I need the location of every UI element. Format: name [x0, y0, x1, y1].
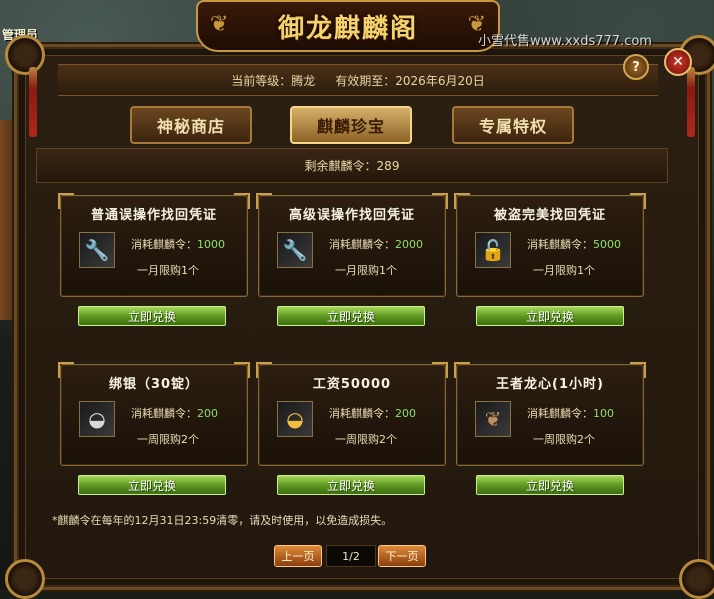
close-button[interactable]: ✕ — [664, 48, 692, 76]
item-cost: 消耗麒麟令：2000 — [329, 236, 423, 252]
item-cost: 消耗麒麟令：5000 — [527, 236, 621, 252]
cost-label: 消耗麒麟令： — [329, 238, 395, 251]
tassel-right — [687, 67, 695, 137]
corner-ornament-bottom-right — [679, 559, 714, 599]
silver-ingot-icon[interactable]: ◒ — [79, 401, 115, 437]
redeem-button[interactable]: 立即兑换 — [277, 306, 425, 326]
corner-ornament-top-left — [5, 35, 45, 75]
item-cost: 消耗麒麟令：200 — [131, 405, 218, 421]
cost-value: 1000 — [197, 238, 225, 251]
item-card: 普通误操作找回凭证 🔧 消耗麒麟令：1000 一月限购1个 — [58, 193, 250, 297]
item-cost: 消耗麒麟令：200 — [329, 405, 416, 421]
item-limit: 一周限购2个 — [335, 433, 397, 446]
watermark-text: 小雪代售www.xxds777.com — [478, 34, 652, 49]
prev-page-button[interactable]: 上一页 — [274, 545, 322, 567]
item-card: 被盗完美找回凭证 🔓 消耗麒麟令：5000 一月限购1个 — [454, 193, 646, 297]
cost-label: 消耗麒麟令： — [131, 238, 197, 251]
item-card: 高级误操作找回凭证 🔧 消耗麒麟令：2000 一月限购1个 — [256, 193, 448, 297]
item-cost: 消耗麒麟令：100 — [527, 405, 614, 421]
remaining-tokens: 剩余麒麟令：289 — [36, 148, 668, 183]
current-level: 当前等级：腾龙 — [231, 73, 316, 88]
cost-value: 2000 — [395, 238, 423, 251]
item-card: 王者龙心(1小时) ❦ 消耗麒麟令：100 一周限购2个 — [454, 362, 646, 466]
item-card: 工资50000 ◒ 消耗麒麟令：200 一周限购2个 — [256, 362, 448, 466]
redeem-button[interactable]: 立即兑换 — [277, 475, 425, 495]
cost-label: 消耗麒麟令： — [329, 407, 395, 420]
tab-qilin-treasure[interactable]: 麒麟珍宝 — [290, 106, 412, 144]
cost-value: 100 — [593, 407, 614, 420]
next-page-button[interactable]: 下一页 — [378, 545, 426, 567]
item-card: 绑银（30锭） ◒ 消耗麒麟令：200 一周限购2个 — [58, 362, 250, 466]
item-title: 普通误操作找回凭证 — [90, 208, 217, 223]
cost-value: 5000 — [593, 238, 621, 251]
expiry-date: 有效期至：2026年6月20日 — [335, 73, 485, 88]
cost-value: 200 — [197, 407, 218, 420]
reset-notice: *麒麟令在每年的12月31日23:59清零，请及时使用，以免造成损失。 — [52, 514, 393, 527]
corner-ornament-bottom-left — [5, 559, 45, 599]
item-limit: 一月限购1个 — [137, 264, 199, 277]
page-indicator: 1/2 — [326, 545, 376, 567]
item-title: 被盗完美找回凭证 — [493, 208, 606, 223]
title-banner: ❦ 御龙麒麟阁 ❦ — [196, 0, 500, 52]
item-limit: 一周限购2个 — [533, 433, 595, 446]
item-title: 王者龙心(1小时) — [496, 377, 604, 392]
item-title: 绑银（30锭） — [108, 377, 200, 392]
wrench-icon[interactable]: 🔧 — [79, 232, 115, 268]
lock-icon[interactable]: 🔓 — [475, 232, 511, 268]
item-title: 工资50000 — [312, 377, 392, 392]
cost-value: 200 — [395, 407, 416, 420]
window-title: 御龙麒麟阁 — [277, 13, 418, 44]
item-cost: 消耗麒麟令：1000 — [131, 236, 225, 252]
item-title: 高级误操作找回凭证 — [288, 208, 415, 223]
gold-ingot-icon[interactable]: ◒ — [277, 401, 313, 437]
cost-label: 消耗麒麟令： — [527, 238, 593, 251]
redeem-button[interactable]: 立即兑换 — [476, 475, 624, 495]
cost-label: 消耗麒麟令： — [131, 407, 197, 420]
item-limit: 一月限购1个 — [533, 264, 595, 277]
redeem-button[interactable]: 立即兑换 — [476, 306, 624, 326]
tab-mystery-shop[interactable]: 神秘商店 — [130, 106, 252, 144]
wrench-icon[interactable]: 🔧 — [277, 232, 313, 268]
cloud-ornament-icon: ❦ — [210, 12, 229, 37]
dragon-heart-icon[interactable]: ❦ — [475, 401, 511, 437]
info-bar: 当前等级：腾龙 有效期至：2026年6月20日 — [58, 64, 658, 96]
item-limit: 一周限购2个 — [137, 433, 199, 446]
help-button[interactable]: ? — [623, 54, 649, 80]
tassel-left — [29, 67, 37, 137]
item-limit: 一月限购1个 — [335, 264, 397, 277]
tab-exclusive-privileges[interactable]: 专属特权 — [452, 106, 574, 144]
redeem-button[interactable]: 立即兑换 — [78, 306, 226, 326]
redeem-button[interactable]: 立即兑换 — [78, 475, 226, 495]
cost-label: 消耗麒麟令： — [527, 407, 593, 420]
